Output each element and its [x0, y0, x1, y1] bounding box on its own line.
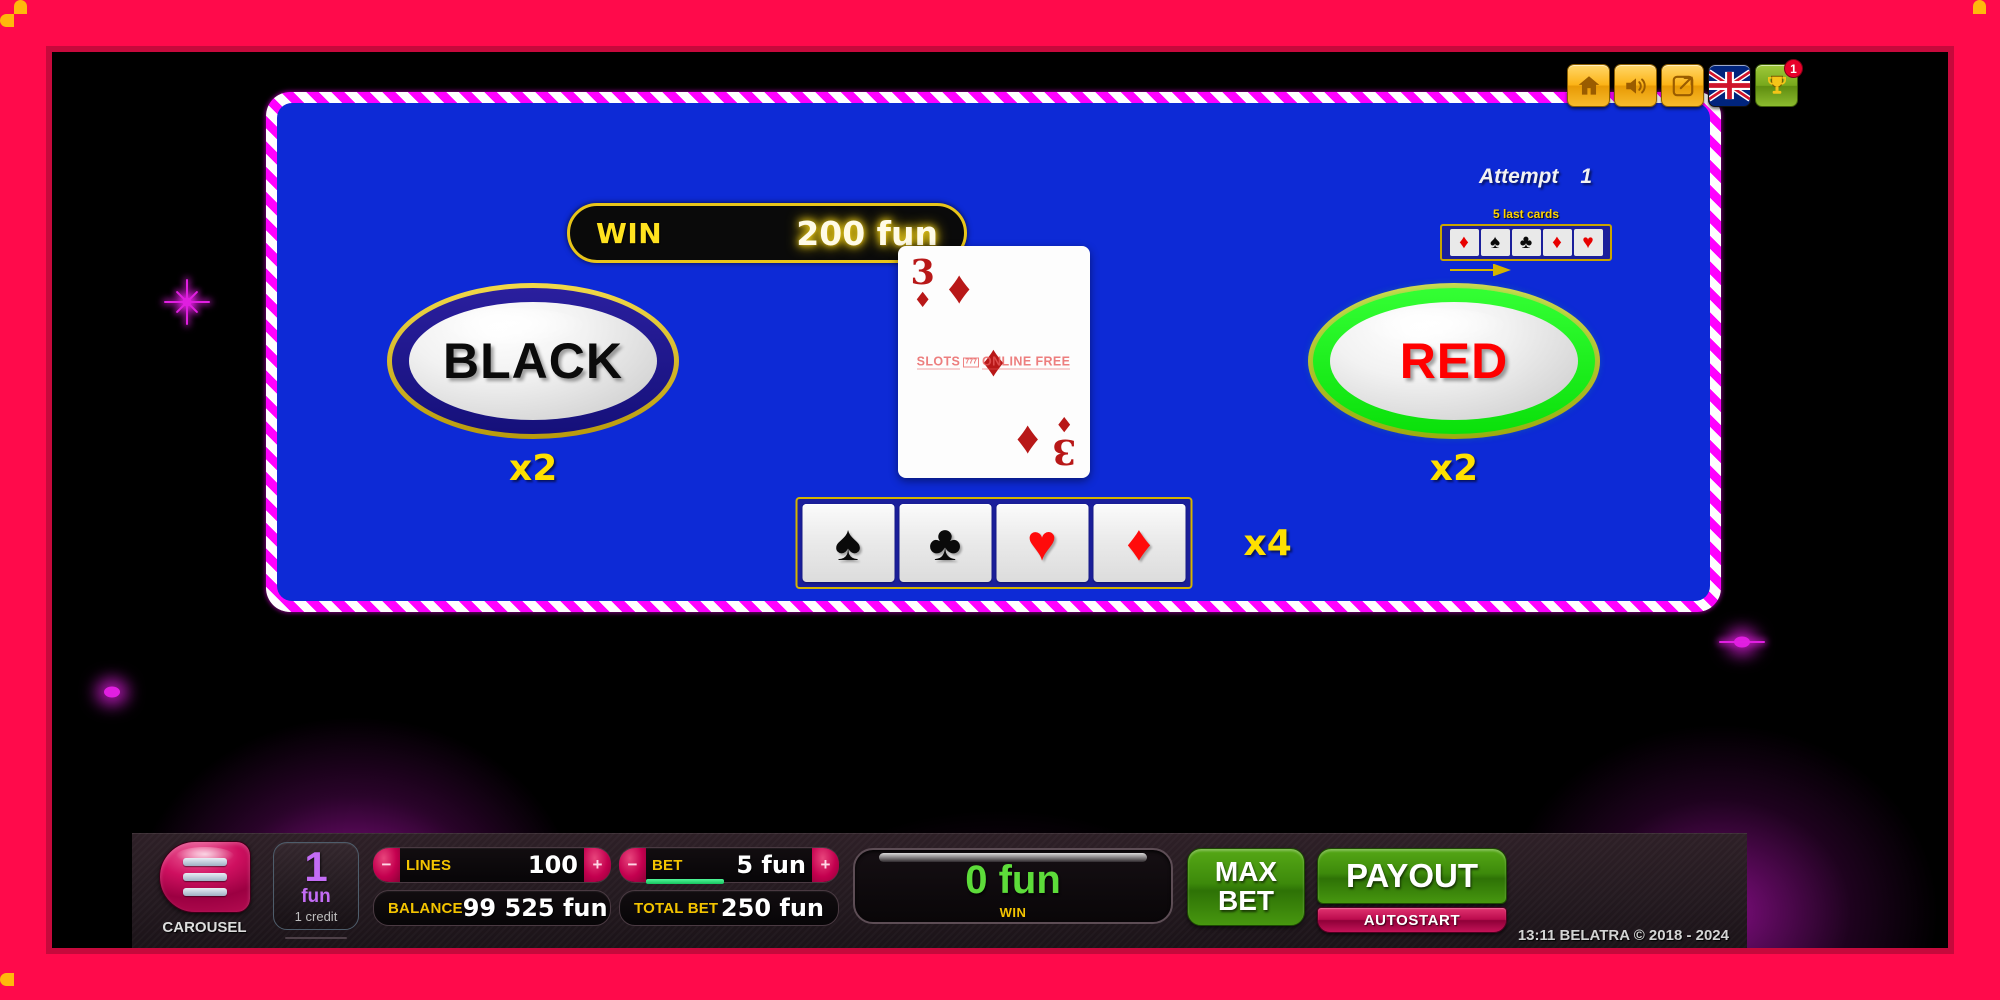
trophy-badge: 1 [1784, 59, 1803, 78]
last-cards-history: 5 last cards ♦ ♠ ♣ ♦ ♥ [1440, 207, 1612, 278]
footer-copyright: 13:11 BELATRA © 2018 - 2024 [1517, 927, 1729, 944]
revealed-card: 3 ♦ ♦ ♦ ♦ 3 ♦ SLOTS 777 ONLINE FREE [897, 246, 1090, 478]
payout-button[interactable]: PAYOUT [1317, 848, 1507, 904]
win-display-amount: 0 fun [965, 858, 1061, 902]
control-bar: CAROUSEL 1 fun 1 credit − LINES 100 + BA… [132, 833, 1747, 948]
history-card-diamond: ♦ [1542, 229, 1572, 256]
credit-value: 1 [304, 843, 328, 891]
hud-icon-bar: 1 [1567, 59, 1803, 107]
suit-button-diamond[interactable]: ♦ [1093, 504, 1185, 582]
balance-label: BALANCE [388, 899, 463, 917]
black-button-label: BLACK [443, 333, 623, 389]
history-card-club: ♣ [1511, 229, 1541, 256]
gamble-suit-buttons: ♠ ♣ ♥ ♦ [795, 497, 1192, 589]
history-direction-arrow-icon [1440, 264, 1612, 278]
lines-decrease-button[interactable]: − [373, 848, 400, 882]
gamble-panel-stripe-border: WIN 200 fun Attempt 1 5 last cards ♦ ♠ ♣ … [266, 92, 1721, 612]
gamble-black-button[interactable]: BLACK [387, 283, 679, 439]
card-rank: 3 [910, 252, 935, 293]
game-screen: 1 WIN 200 fun Attempt 1 5 last cards ♦ ♠… [52, 52, 1948, 948]
suit-button-heart[interactable]: ♥ [996, 504, 1088, 582]
fullscreen-icon[interactable] [1661, 64, 1704, 107]
lines-field[interactable]: − LINES 100 + [373, 847, 611, 883]
attempt-value: 1 [1580, 165, 1592, 188]
credit-currency: fun [301, 885, 331, 907]
credit-cell: 1 fun 1 credit [267, 842, 365, 939]
suit-button-spade[interactable]: ♠ [802, 504, 894, 582]
max-bet-button[interactable]: MAX BET [1187, 848, 1305, 926]
outer-decorative-frame: 1 WIN 200 fun Attempt 1 5 last cards ♦ ♠… [0, 0, 2000, 1000]
autostart-label: AUTOSTART [1363, 911, 1461, 929]
win-display: 0 fun WIN [853, 848, 1173, 924]
max-bet-line-2: BET [1218, 885, 1274, 916]
bet-column: − BET 5 fun + TOTAL BET 250 fun [619, 847, 839, 926]
hamburger-icon [182, 858, 227, 896]
win-display-label: WIN [999, 905, 1027, 920]
autostart-button[interactable]: AUTOSTART [1317, 907, 1507, 933]
sound-icon[interactable] [1614, 64, 1657, 107]
gamble-panel: WIN 200 fun Attempt 1 5 last cards ♦ ♠ ♣ … [266, 92, 1721, 612]
gamble-red-button[interactable]: RED [1308, 283, 1600, 439]
watermark-badge: 777 [963, 357, 979, 367]
history-card-diamond: ♦ [1449, 229, 1479, 256]
card-rank: 3 [1052, 431, 1077, 472]
menu-cell: CAROUSEL [142, 841, 267, 936]
language-flag-icon[interactable] [1708, 64, 1751, 107]
gamble-win-label: WIN [596, 216, 663, 250]
payout-cell: PAYOUT AUTOSTART [1317, 848, 1507, 933]
attempt-counter: Attempt 1 [1479, 165, 1592, 189]
card-suit-small: ♦ [913, 287, 933, 312]
card-pip-top: ♦ [947, 261, 971, 313]
black-button-face: BLACK [409, 302, 657, 420]
lines-balance-column: − LINES 100 + BALANCE 99 525 fun [373, 847, 611, 926]
card-suit-small: ♦ [1054, 412, 1074, 437]
attempt-label: Attempt [1478, 165, 1559, 188]
balance-value: 99 525 fun [462, 894, 608, 922]
payout-label: PAYOUT [1345, 857, 1479, 894]
bet-field[interactable]: − BET 5 fun + [619, 847, 839, 884]
suit-multiplier-label: x4 [1243, 523, 1292, 564]
gamble-panel-inner: WIN 200 fun Attempt 1 5 last cards ♦ ♠ ♣ … [277, 103, 1710, 601]
home-icon[interactable] [1567, 64, 1610, 107]
history-card-spade: ♠ [1480, 229, 1510, 256]
card-pip-center: ♦ [982, 337, 1005, 386]
credit-underline [285, 937, 347, 939]
card-pip-bottom: ♦ [1016, 411, 1040, 463]
suit-button-club[interactable]: ♣ [899, 504, 991, 582]
last-cards-strip: ♦ ♠ ♣ ♦ ♥ [1440, 224, 1612, 261]
total-bet-value: 250 fun [720, 894, 824, 922]
trophy-icon[interactable]: 1 [1755, 59, 1803, 107]
menu-button[interactable] [158, 841, 251, 913]
credit-display[interactable]: 1 fun 1 credit [273, 842, 359, 930]
black-multiplier-label: x2 [509, 448, 558, 489]
carousel-label: CAROUSEL [162, 919, 247, 936]
watermark-left-text: SLOTS [916, 354, 961, 370]
last-cards-title: 5 last cards [1492, 207, 1560, 221]
bet-decrease-button[interactable]: − [619, 848, 646, 882]
red-button-face: RED [1330, 302, 1578, 420]
max-bet-line-1: MAX [1214, 856, 1278, 888]
bet-level-bar [646, 879, 724, 884]
total-bet-field: TOTAL BET 250 fun [619, 890, 839, 926]
card-corner-bottom-right: 3 ♦ [1052, 412, 1077, 472]
balance-field: BALANCE 99 525 fun [373, 890, 611, 926]
credit-sublabel: 1 credit [294, 908, 338, 924]
total-bet-label: TOTAL BET [634, 899, 719, 917]
red-button-label: RED [1399, 333, 1509, 389]
history-card-heart: ♥ [1573, 229, 1603, 256]
card-corner-top-left: 3 ♦ [910, 252, 935, 312]
red-multiplier-label: x2 [1429, 448, 1478, 489]
